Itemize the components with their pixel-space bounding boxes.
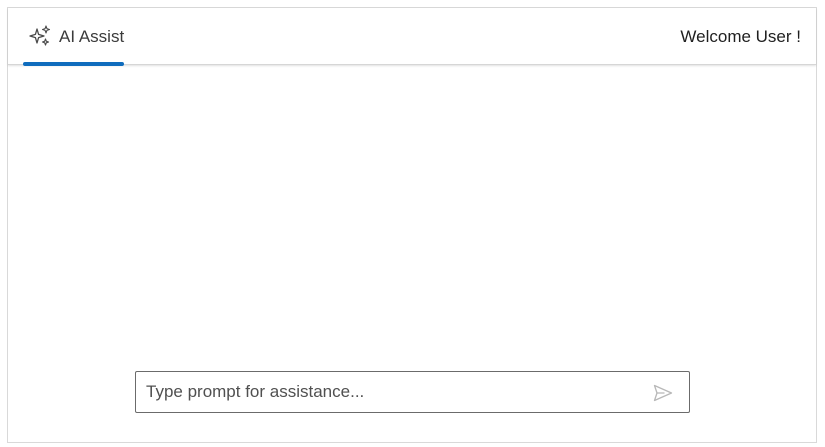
tab-label: AI Assist [59,27,125,46]
ai-assist-panel: AI Assist Welcome User ! [7,7,817,443]
prompt-input[interactable] [146,372,636,412]
tab-ai-assist[interactable]: AI Assist [23,8,125,66]
chat-content-area [8,65,816,443]
welcome-text: Welcome User ! [680,27,801,46]
header-bar: AI Assist Welcome User ! [8,8,816,66]
prompt-input-container [135,371,690,413]
send-icon [653,384,673,402]
sparkle-icon [29,25,51,47]
send-button[interactable] [652,382,674,404]
